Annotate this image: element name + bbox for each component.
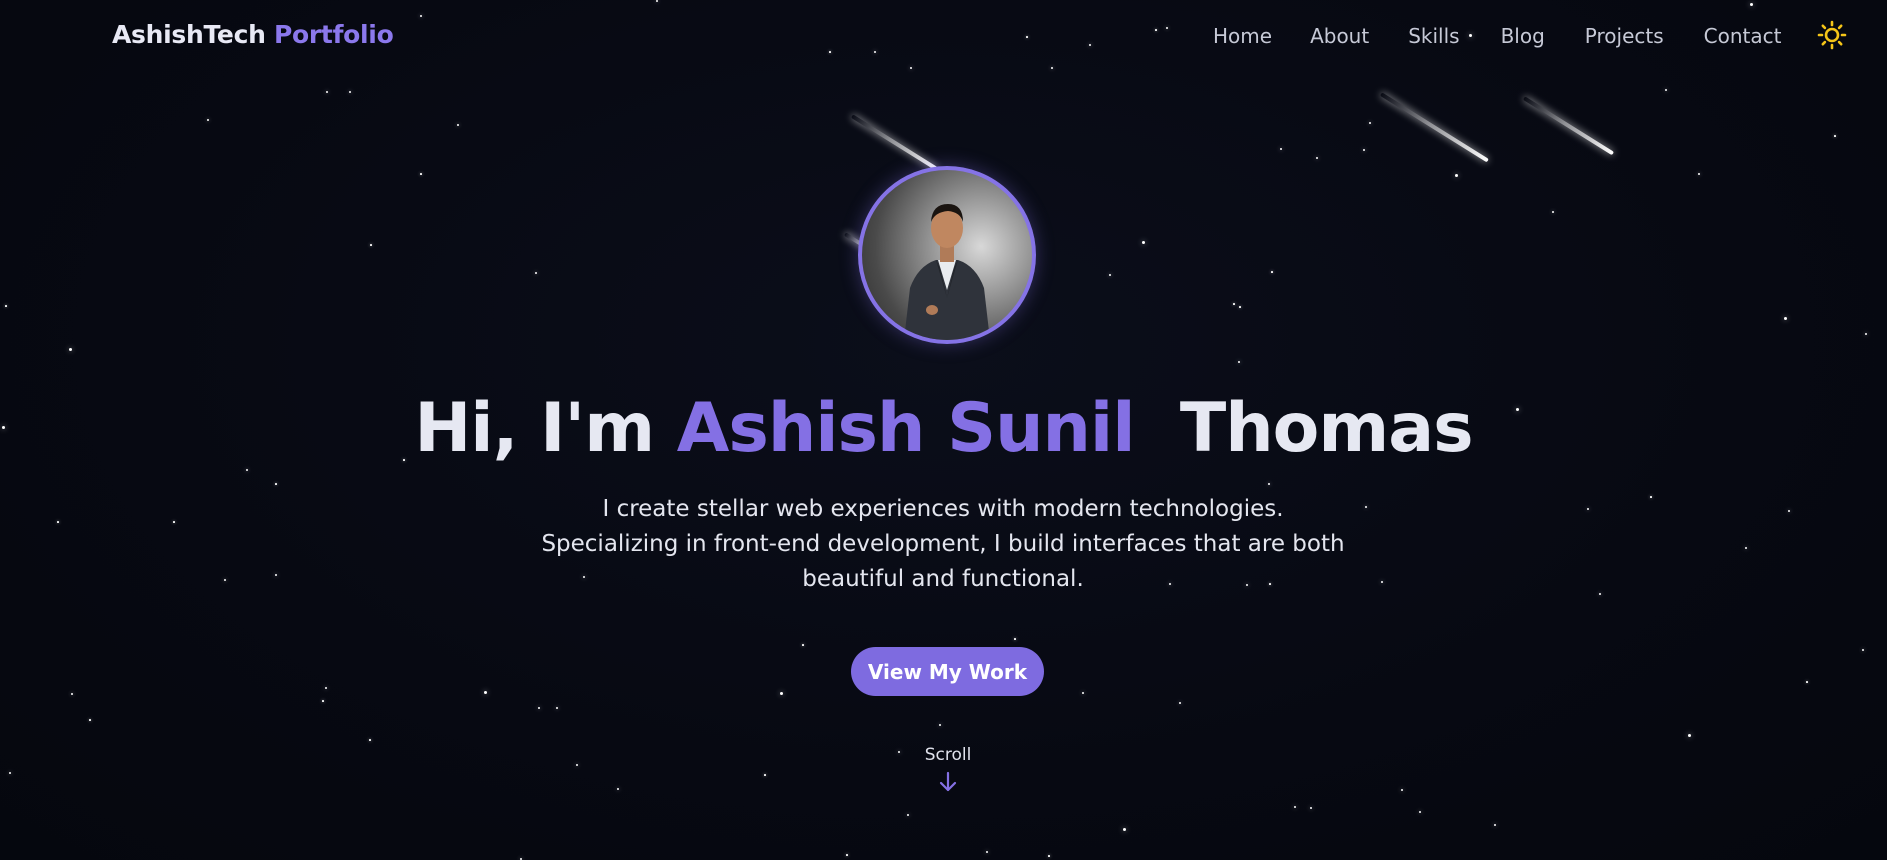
star: [1233, 303, 1235, 305]
title-prefix: Hi, I'm: [414, 389, 677, 468]
star: [1552, 211, 1554, 213]
arrow-down-icon: [939, 771, 957, 792]
star: [779, 691, 783, 695]
star: [1363, 149, 1365, 151]
star: [1268, 483, 1270, 485]
star: [1315, 156, 1319, 160]
star: [68, 347, 72, 351]
star: [1744, 546, 1748, 550]
star: [275, 483, 277, 485]
star: [1599, 593, 1601, 595]
star: [483, 690, 487, 694]
star: [986, 851, 988, 853]
star: [537, 706, 541, 710]
brand-logo[interactable]: AshishTech Portfolio: [112, 20, 394, 49]
profile-photo: [904, 204, 990, 340]
theme-toggle-button[interactable]: [1817, 20, 1847, 50]
star: [369, 739, 371, 741]
star: [207, 119, 209, 121]
star: [1141, 240, 1145, 244]
star: [224, 579, 226, 581]
star: [1687, 733, 1691, 737]
star: [370, 244, 372, 246]
shooting-star: [850, 114, 938, 171]
shooting-star: [1379, 92, 1489, 163]
star: [556, 707, 558, 709]
brand-name: AshishTech: [112, 20, 266, 49]
star: [1454, 173, 1458, 177]
star: [1664, 88, 1668, 92]
star: [1698, 173, 1700, 175]
nav-link-about[interactable]: About: [1310, 24, 1369, 48]
star: [1122, 827, 1126, 831]
star: [1834, 135, 1836, 137]
title-spacer: [1135, 389, 1180, 468]
star: [1293, 805, 1297, 809]
star: [274, 573, 278, 577]
star: [349, 91, 351, 93]
star: [457, 124, 459, 126]
star: [326, 91, 328, 93]
star: [1239, 306, 1241, 308]
star: [1806, 681, 1808, 683]
star: [1271, 271, 1273, 273]
star: [906, 813, 910, 817]
star: [8, 771, 12, 775]
star: [57, 521, 59, 523]
scroll-indicator[interactable]: Scroll: [893, 745, 1003, 793]
star: [1400, 788, 1404, 792]
nav-link-home[interactable]: Home: [1213, 24, 1272, 48]
star: [1586, 507, 1590, 511]
brand-suffix: Portfolio: [274, 20, 394, 49]
star: [1279, 147, 1283, 151]
star: [1865, 333, 1867, 335]
hero-section: AshishTech Portfolio Home About Skills B…: [0, 0, 1887, 860]
nav-link-blog[interactable]: Blog: [1501, 24, 1545, 48]
star: [1788, 510, 1790, 512]
scroll-label: Scroll: [924, 745, 972, 765]
star: [71, 693, 73, 695]
nav-link-skills[interactable]: Skills: [1408, 24, 1459, 48]
star: [1650, 496, 1652, 498]
star: [846, 854, 848, 856]
star: [1418, 810, 1422, 814]
star: [575, 763, 579, 767]
view-my-work-button[interactable]: View My Work: [851, 647, 1044, 696]
sun-icon: [1817, 20, 1847, 50]
title-name-suffix: Thomas: [1179, 389, 1474, 468]
star: [173, 521, 175, 523]
star: [1365, 506, 1367, 508]
star: [1014, 638, 1016, 640]
nav-link-projects[interactable]: Projects: [1585, 24, 1664, 48]
star: [324, 686, 328, 690]
hero-title: Hi, I'm Ashish Sunil Thomas: [0, 384, 1887, 474]
star: [938, 723, 942, 727]
star: [5, 305, 7, 307]
nav-link-contact[interactable]: Contact: [1704, 24, 1782, 48]
title-name-accent: Ashish Sunil: [676, 389, 1136, 468]
star: [1309, 806, 1313, 810]
star: [322, 700, 324, 702]
star: [1237, 360, 1241, 364]
star: [764, 774, 766, 776]
star: [1493, 823, 1497, 827]
star: [89, 719, 91, 721]
nav-links: Home About Skills Blog Projects Contact: [1213, 24, 1781, 48]
star: [1369, 122, 1371, 124]
star: [1179, 702, 1181, 704]
shooting-star: [1522, 96, 1615, 156]
navbar: AshishTech Portfolio Home About Skills B…: [0, 0, 1887, 72]
star: [1380, 580, 1384, 584]
star: [1109, 274, 1111, 276]
star: [1783, 316, 1787, 320]
star: [616, 787, 620, 791]
star: [535, 272, 537, 274]
star: [1081, 691, 1085, 695]
profile-avatar: [858, 166, 1036, 344]
star: [802, 644, 804, 646]
hero-description: I create stellar web experiences with mo…: [541, 496, 1345, 592]
star: [1862, 649, 1864, 651]
star: [420, 173, 422, 175]
star: [1048, 855, 1050, 857]
